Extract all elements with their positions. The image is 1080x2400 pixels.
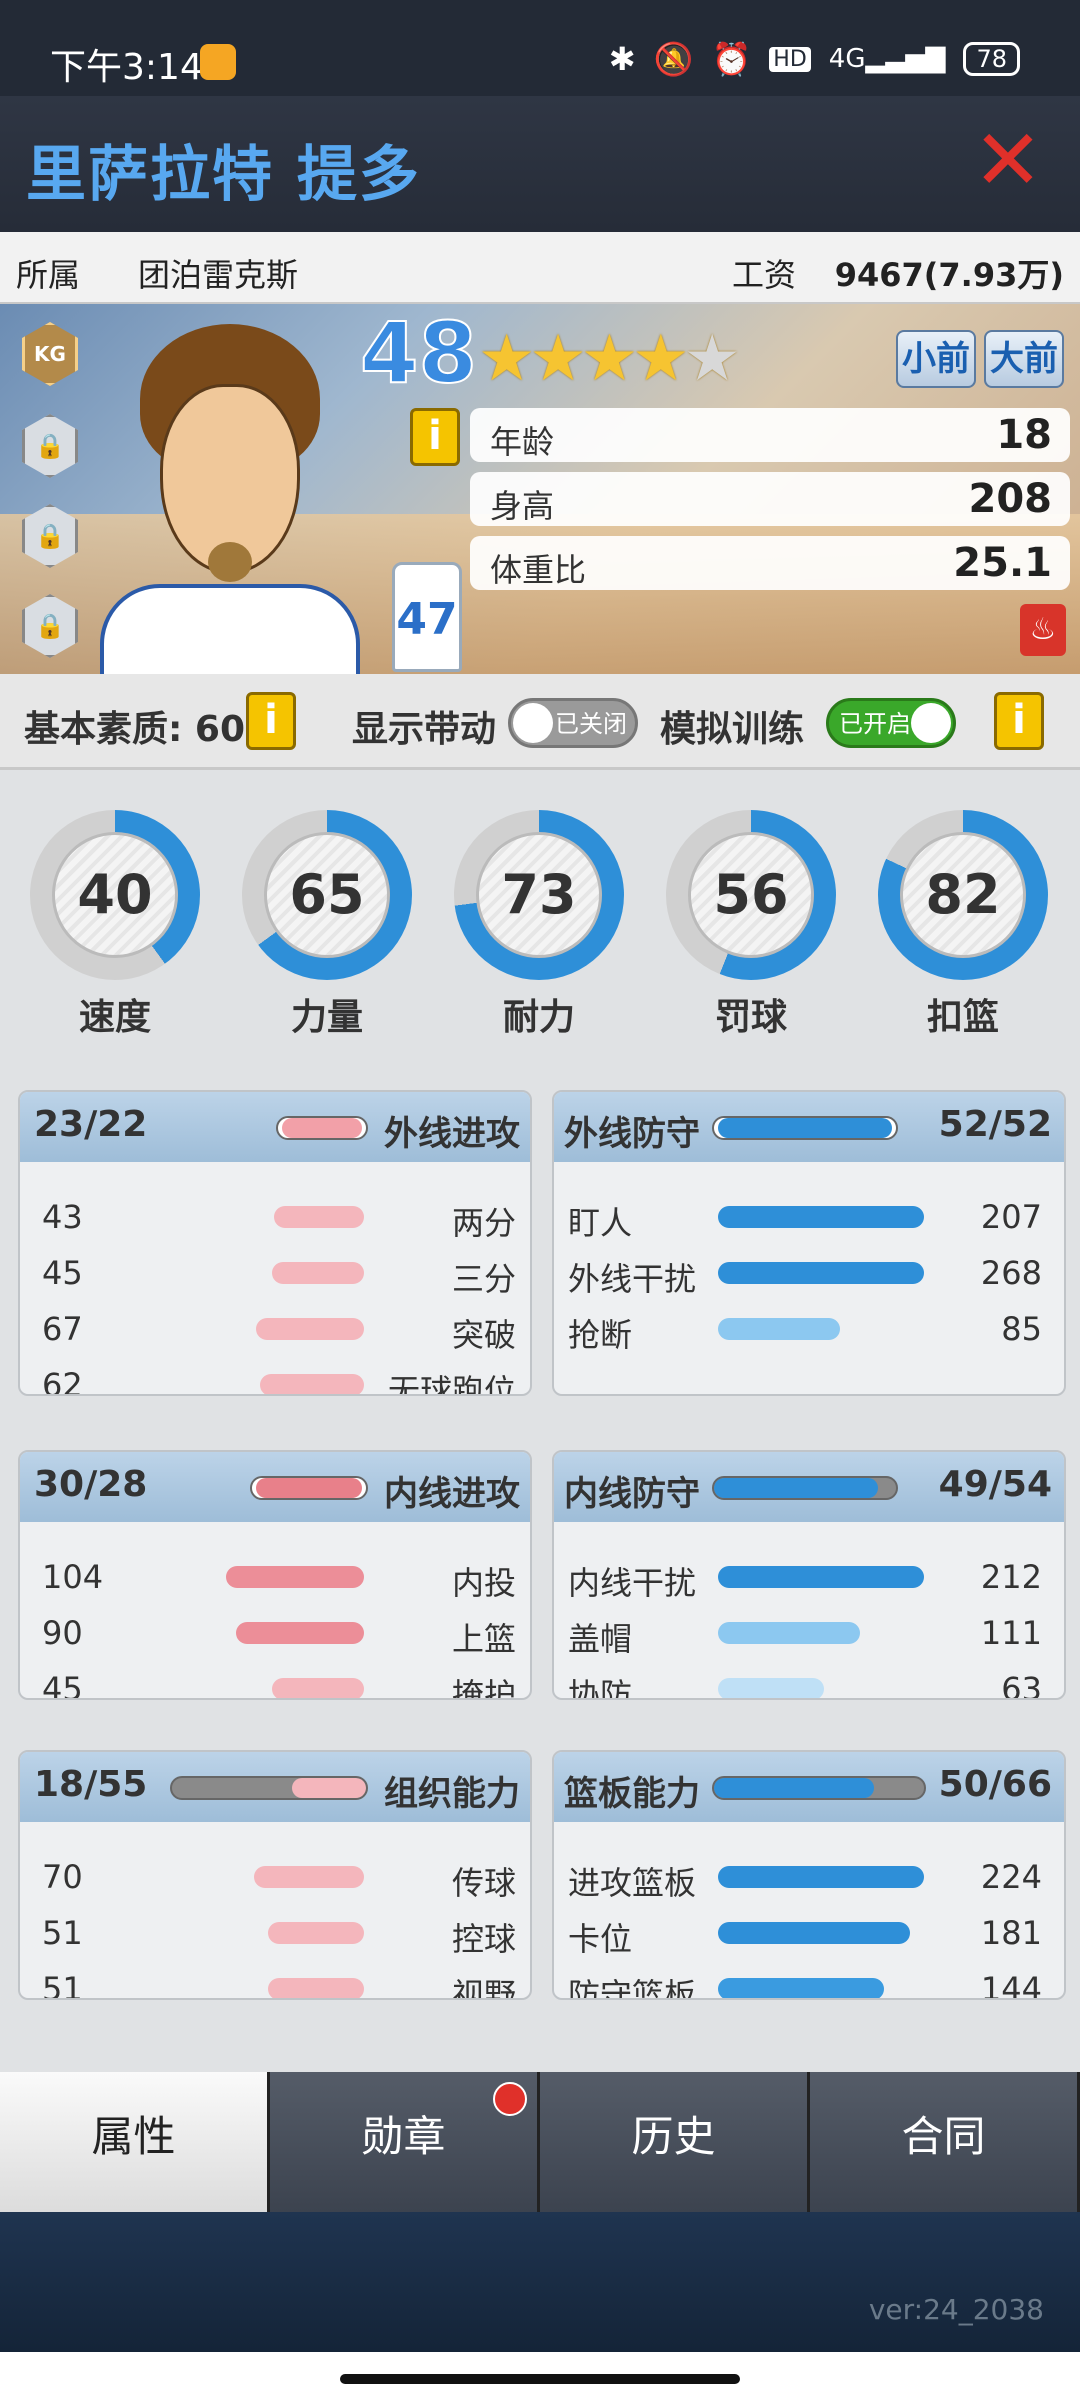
bluetooth-icon: ✱ (608, 40, 636, 78)
dial-ring: 56 (666, 810, 836, 980)
tab-bar: 属性 勋章 历史 合同 (0, 2072, 1080, 2212)
dial-ring: 40 (30, 810, 200, 980)
box-inside-defense[interactable]: 内线防守 49/54 内线干扰 212 盖帽 111 协防 63 (552, 1450, 1066, 1700)
team-name: 团泊雷克斯 (138, 256, 299, 294)
basic-quality: 基本素质: 60 (24, 709, 246, 750)
box-outside-defense[interactable]: 外线防守 52/52 盯人 207 外线干扰 268 抢断 85 (552, 1090, 1066, 1396)
stat-row: 45 三分 (42, 1254, 516, 1298)
kg-badge-icon[interactable]: KG (22, 322, 78, 386)
box-playmaking[interactable]: 18/55 组织能力 70 传球 51 控球 51 视野 (18, 1750, 532, 2000)
attr-weight-ratio: 体重比 25.1 (470, 536, 1070, 590)
jersey-icon: 47 (392, 562, 462, 672)
stat-row: 51 控球 (42, 1914, 516, 1958)
attr-height: 身高 208 (470, 472, 1070, 526)
stat-row: 62 无球跑位 (42, 1366, 516, 1396)
box-rebounding[interactable]: 篮板能力 50/66 进攻篮板 224 卡位 181 防守篮板 144 (552, 1750, 1066, 2000)
team-label: 所属 (16, 256, 81, 294)
team-row: 所属 团泊雷克斯 工资 9467(7.93万) (0, 232, 1080, 304)
home-indicator[interactable] (340, 2374, 740, 2384)
stat-row: 防守篮板 144 (568, 1970, 1042, 2000)
position-power-forward[interactable]: 大前 (984, 330, 1064, 388)
dial-ring: 82 (878, 810, 1048, 980)
info-icon[interactable]: i (246, 692, 296, 750)
status-time: 下午3:14 (50, 47, 203, 88)
dial-stamina: 73 耐力 (454, 810, 624, 1040)
header: 里萨拉特 提多 ✕ (0, 96, 1080, 232)
hd-icon: HD (769, 46, 811, 72)
stat-row: 进攻篮板 224 (568, 1858, 1042, 1902)
stat-row: 104 内投 (42, 1558, 516, 1602)
dial-speed: 40 速度 (30, 810, 200, 1040)
tab-attributes[interactable]: 属性 (0, 2072, 270, 2212)
sim-training-label: 模拟训练 (660, 709, 805, 750)
system-nav-bar (0, 2352, 1080, 2400)
stat-row: 抢断 85 (568, 1310, 1042, 1354)
stat-row: 45 掩护 (42, 1670, 516, 1700)
show-drive-toggle[interactable]: 已关闭 (508, 698, 638, 748)
stat-row: 盯人 207 (568, 1198, 1042, 1242)
status-bar: 下午3:14 ✱ 🔕 ⏰ HD 4G▂▃▅▇ 78 (0, 0, 1080, 96)
4g-signal-icon: 4G▂▃▅▇ (828, 44, 946, 74)
stat-row: 90 上篮 (42, 1614, 516, 1658)
close-icon[interactable]: ✕ (966, 118, 1050, 202)
tab-contract[interactable]: 合同 (810, 2072, 1080, 2212)
box-outside-offense[interactable]: 23/22 外线进攻 43 两分 45 三分 67 突破 62 无球跑位 (18, 1090, 532, 1396)
player-card: KG 🔒 🔒 🔒 47 48 ★★★★★ 小前 大前 i 年龄 18 身高 20… (0, 304, 1080, 674)
stat-row: 外线干扰 268 (568, 1254, 1042, 1298)
tab-history[interactable]: 历史 (540, 2072, 810, 2212)
tab-badges[interactable]: 勋章 (270, 2072, 540, 2212)
stat-row: 协防 63 (568, 1670, 1042, 1700)
overall-rating: 48 (359, 304, 478, 403)
stat-row: 70 传球 (42, 1858, 516, 1902)
stats-panel: 40 速度 65 力量 73 耐力 56 罚球 82 扣篮 23/22 外线进攻… (0, 770, 1080, 2072)
info-icon[interactable]: i (994, 692, 1044, 750)
info-icon[interactable]: i (410, 408, 460, 466)
stat-row: 43 两分 (42, 1198, 516, 1242)
sim-training-toggle[interactable]: 已开启 (826, 698, 956, 748)
stat-row: 卡位 181 (568, 1914, 1042, 1958)
status-icons: ✱ 🔕 ⏰ HD 4G▂▃▅▇ 78 (609, 40, 1020, 78)
battery-icon: 78 (963, 42, 1020, 76)
lock-icon[interactable]: 🔒 (22, 414, 78, 478)
star-rating: ★★★★★ (478, 322, 741, 396)
fire-icon[interactable]: ♨ (1020, 604, 1066, 656)
show-drive-label: 显示带动 (352, 709, 497, 750)
dial-dunk: 82 扣篮 (878, 810, 1048, 1040)
app-notification-icon (200, 44, 236, 80)
stat-row: 67 突破 (42, 1310, 516, 1354)
notification-dot-icon (493, 2082, 527, 2116)
bottom-menu-background: ver:24_2038 (0, 2212, 1080, 2352)
stat-row: 51 视野 (42, 1970, 516, 2000)
dial-ring: 73 (454, 810, 624, 980)
dial-free-throw: 56 罚球 (666, 810, 836, 1040)
dial-ring: 65 (242, 810, 412, 980)
alarm-icon: ⏰ (711, 40, 752, 78)
salary-value: 9467(7.93万) (834, 256, 1064, 294)
stat-row: 盖帽 111 (568, 1614, 1042, 1658)
box-inside-offense[interactable]: 30/28 内线进攻 104 内投 90 上篮 45 掩护 (18, 1450, 532, 1700)
player-name: 里萨拉特 提多 (26, 140, 421, 210)
salary-label: 工资 (732, 256, 797, 294)
stat-row: 内线干扰 212 (568, 1558, 1042, 1602)
dial-strength: 65 力量 (242, 810, 412, 1040)
attr-age: 年龄 18 (470, 408, 1070, 462)
toggle-bar: 基本素质: 60 i 显示带动 已关闭 模拟训练 已开启 i (0, 674, 1080, 770)
player-avatar (100, 314, 360, 674)
mute-icon: 🔕 (653, 40, 694, 78)
position-small-forward[interactable]: 小前 (896, 330, 976, 388)
version-label: ver:24_2038 (868, 2293, 1044, 2326)
